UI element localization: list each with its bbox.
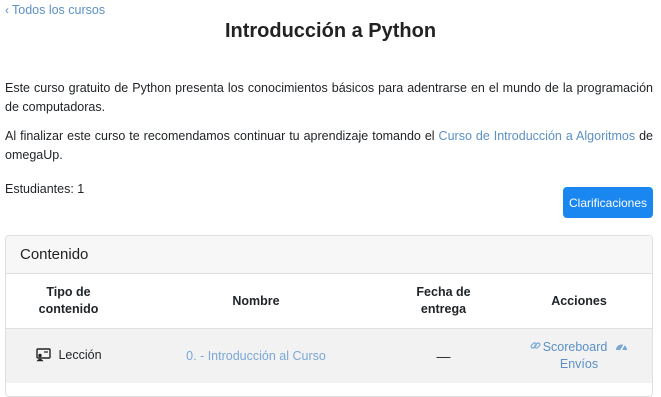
scoreboard-link[interactable]: Scoreboard — [543, 339, 608, 356]
clarifications-button[interactable]: Clarificaciones — [563, 187, 653, 218]
submissions-link[interactable]: Envíos — [560, 357, 598, 371]
content-type-label: Lección — [58, 347, 102, 362]
type-cell: Lección — [6, 328, 131, 383]
lesson-icon — [35, 347, 52, 362]
chevron-left-icon: ‹ — [5, 3, 9, 17]
algorithms-course-link[interactable]: Curso de Introducción a Algoritmos — [439, 129, 636, 143]
lesson-name-link[interactable]: 0. - Introducción al Curso — [186, 349, 326, 363]
content-card: Contenido Tipo de contenido Nombre Fecha… — [5, 235, 653, 397]
page-title: Introducción a Python — [224, 20, 437, 42]
back-link-label: Todos los cursos — [12, 3, 106, 17]
due-date-value: — — [436, 348, 451, 364]
content-table: Tipo de contenido Nombre Fecha de entreg… — [6, 274, 652, 383]
col-header-type: Tipo de contenido — [6, 274, 131, 329]
course-recommendation: Al finalizar este curso te recomendamos … — [5, 127, 653, 165]
course-description: Este curso gratuito de Python presenta l… — [5, 81, 653, 114]
table-header-row: Tipo de contenido Nombre Fecha de entreg… — [6, 274, 652, 329]
table-row: Lección 0. - Introducción al Curso — Sco… — [6, 328, 652, 383]
content-card-header: Contenido — [6, 236, 652, 274]
col-header-name: Nombre — [131, 274, 381, 329]
col-header-due-date: Fecha de entrega — [381, 274, 506, 329]
col-header-actions: Acciones — [506, 274, 652, 329]
due-date-cell: — — [381, 328, 506, 383]
students-count: Estudiantes: 1 — [5, 182, 85, 196]
recommendation-text: Al finalizar este curso te recomendamos … — [5, 129, 439, 143]
name-cell: 0. - Introducción al Curso — [131, 328, 381, 383]
dashboard-icon[interactable] — [615, 339, 628, 356]
actions-cell: Scoreboard Envíos — [506, 328, 652, 383]
link-icon — [530, 339, 541, 356]
back-to-courses-link[interactable]: ‹ Todos los cursos — [5, 3, 105, 17]
